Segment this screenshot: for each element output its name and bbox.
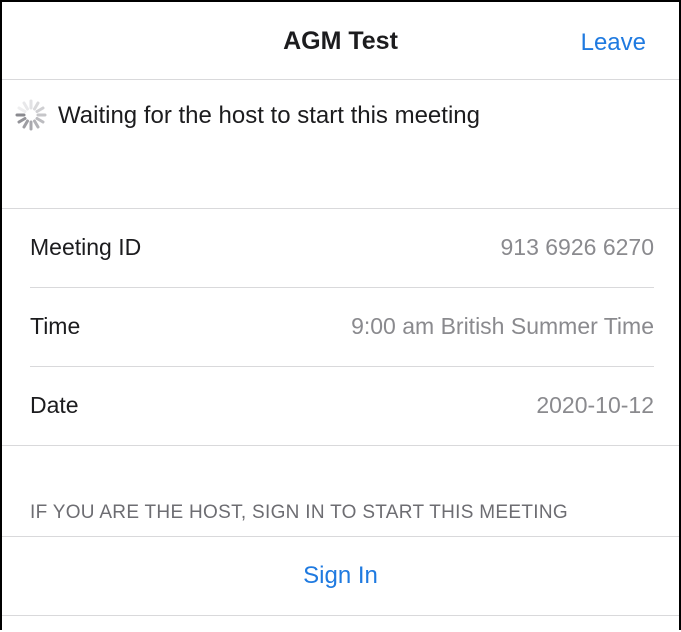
meeting-screen: AGM Test Leave Waiting for the host to s… bbox=[0, 0, 681, 630]
navigation-bar: AGM Test Leave bbox=[2, 2, 679, 80]
date-label: Date bbox=[30, 392, 79, 418]
sign-in-button[interactable]: Sign In bbox=[2, 562, 679, 590]
time-row: Time 9:00 am British Summer Time bbox=[30, 288, 654, 366]
leave-button[interactable]: Leave bbox=[581, 29, 646, 57]
sign-in-row[interactable]: Sign In bbox=[2, 536, 679, 616]
spinner-icon bbox=[15, 99, 47, 131]
waiting-message: Waiting for the host to start this meeti… bbox=[58, 102, 480, 129]
meeting-id-row: Meeting ID 913 6926 6270 bbox=[30, 209, 654, 287]
waiting-status: Waiting for the host to start this meeti… bbox=[2, 80, 679, 209]
date-row: Date 2020-10-12 bbox=[30, 367, 654, 445]
meeting-details: Meeting ID 913 6926 6270 Time 9:00 am Br… bbox=[2, 209, 679, 446]
meeting-id-label: Meeting ID bbox=[30, 234, 142, 260]
meeting-title: AGM Test bbox=[283, 27, 398, 55]
time-value: 9:00 am British Summer Time bbox=[351, 313, 654, 339]
time-label: Time bbox=[30, 313, 81, 339]
meeting-id-value: 913 6926 6270 bbox=[500, 234, 655, 260]
host-sign-in-note: IF YOU ARE THE HOST, SIGN IN TO START TH… bbox=[30, 502, 568, 523]
date-value: 2020-10-12 bbox=[536, 392, 654, 418]
